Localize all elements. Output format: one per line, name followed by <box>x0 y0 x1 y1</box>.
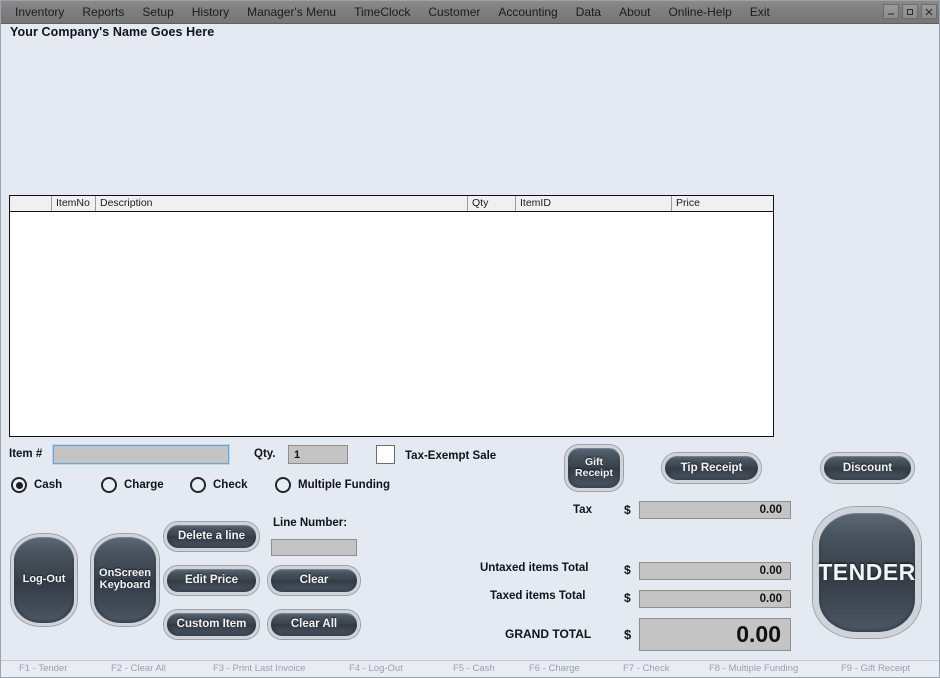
menu-item-history[interactable]: History <box>183 2 238 22</box>
log-out-button[interactable]: Log-Out <box>11 534 77 626</box>
custom-item-button[interactable]: Custom Item <box>164 610 259 639</box>
grand-total-field: 0.00 <box>639 618 791 651</box>
taxed-currency-symbol: $ <box>624 591 631 605</box>
grid-column-header-qty[interactable]: Qty <box>468 196 516 211</box>
tender-button[interactable]: TENDER <box>813 507 921 638</box>
clear-all-button[interactable]: Clear All <box>268 610 360 639</box>
tax-currency-symbol: $ <box>624 503 631 517</box>
payment-option-multiple-funding[interactable]: Multiple Funding <box>275 477 390 493</box>
minimize-button[interactable] <box>883 4 899 19</box>
tax-exempt-checkbox[interactable] <box>376 445 395 464</box>
payment-option-cash[interactable]: Cash <box>11 477 101 493</box>
menu-item-inventory[interactable]: Inventory <box>6 2 73 22</box>
tip-receipt-button[interactable]: Tip Receipt <box>662 453 761 483</box>
line-items-grid[interactable]: ItemNo Description Qty ItemID Price <box>9 195 774 437</box>
tax-value-field: 0.00 <box>639 501 791 519</box>
clear-button[interactable]: Clear <box>268 566 360 595</box>
untaxed-items-total-label: Untaxed items Total <box>480 562 589 574</box>
grid-column-header-itemno[interactable]: ItemNo <box>52 196 96 211</box>
menu-item-online-help[interactable]: Online-Help <box>659 2 740 22</box>
grid-header-row: ItemNo Description Qty ItemID Price <box>10 196 773 212</box>
payment-option-check-label: Check <box>213 479 248 491</box>
line-number-label: Line Number: <box>273 517 348 529</box>
function-key-hint-f3: F3 - Print Last Invoice <box>213 663 306 674</box>
function-key-hint-f5: F5 - Cash <box>453 663 495 674</box>
taxed-items-total-field: 0.00 <box>639 590 791 608</box>
edit-price-button[interactable]: Edit Price <box>164 566 259 595</box>
function-key-hint-f9: F9 - Gift Receipt <box>841 663 911 674</box>
maximize-icon <box>907 8 913 15</box>
menu-item-about[interactable]: About <box>610 2 659 22</box>
radio-check-icon <box>190 477 206 493</box>
grand-total-label: GRAND TOTAL <box>505 627 592 641</box>
line-number-input[interactable] <box>271 539 357 556</box>
company-name-label: Your Company's Name Goes Here <box>10 25 215 39</box>
gift-receipt-label-line2: Receipt <box>575 467 613 479</box>
onscreen-keyboard-label-line2: Keyboard <box>99 579 151 591</box>
grid-body[interactable] <box>10 212 773 435</box>
payment-option-cash-label: Cash <box>34 479 63 491</box>
discount-button[interactable]: Discount <box>821 453 914 483</box>
payment-option-multiple-funding-label: Multiple Funding <box>298 479 390 491</box>
window-controls <box>883 4 937 19</box>
radio-charge-icon <box>101 477 117 493</box>
function-key-hint-f6: F6 - Charge <box>529 663 580 674</box>
menu-item-setup[interactable]: Setup <box>133 2 182 22</box>
item-number-label: Item # <box>9 448 43 460</box>
gift-receipt-button[interactable]: Gift Receipt <box>565 445 623 491</box>
payment-option-check[interactable]: Check <box>190 477 275 493</box>
close-button[interactable] <box>921 4 937 19</box>
close-icon <box>925 8 933 15</box>
radio-cash-icon <box>11 477 27 493</box>
function-key-hint-f7: F7 - Check <box>623 663 670 674</box>
grid-column-header-select[interactable] <box>10 196 52 211</box>
radio-multiple-funding-icon <box>275 477 291 493</box>
untaxed-items-total-field: 0.00 <box>639 562 791 580</box>
tax-exempt-label: Tax-Exempt Sale <box>405 450 497 462</box>
qty-input[interactable]: 1 <box>288 445 348 464</box>
minimize-icon <box>888 13 894 14</box>
menu-item-accounting[interactable]: Accounting <box>489 2 566 22</box>
onscreen-keyboard-button[interactable]: OnScreen Keyboard <box>91 534 159 626</box>
menu-item-exit[interactable]: Exit <box>741 2 779 22</box>
function-key-hint-f8: F8 - Multiple Funding <box>709 663 799 674</box>
function-key-hint-f2: F2 - Clear All <box>111 663 166 674</box>
menu-items: Inventory Reports Setup History Manager's Me… <box>1 2 779 22</box>
maximize-button[interactable] <box>902 4 918 19</box>
taxed-items-total-label: Taxed items Total <box>490 590 586 602</box>
tax-label: Tax <box>573 504 592 516</box>
delete-a-line-button[interactable]: Delete a line <box>164 522 259 551</box>
untaxed-currency-symbol: $ <box>624 563 631 577</box>
function-key-hint-f1: F1 - Tender <box>19 663 68 674</box>
pos-application-window: Inventory Reports Setup History Manager's Me… <box>0 0 940 678</box>
menu-item-customer[interactable]: Customer <box>419 2 489 22</box>
function-key-hint-f4: F4 - Log-Out <box>349 663 403 674</box>
menu-item-reports[interactable]: Reports <box>73 2 133 22</box>
gift-receipt-label-line1: Gift <box>584 455 604 468</box>
payment-option-charge[interactable]: Charge <box>101 477 190 493</box>
item-number-input[interactable] <box>52 444 230 465</box>
onscreen-keyboard-label-line1: OnScreen <box>99 567 151 580</box>
grand-total-currency-symbol: $ <box>624 627 632 642</box>
grid-column-header-itemid[interactable]: ItemID <box>516 196 672 211</box>
payment-type-radio-group: Cash Charge Check Multiple Funding <box>11 477 390 493</box>
qty-label: Qty. <box>254 448 276 460</box>
menu-item-manager-s-menu[interactable]: Manager's Menu <box>238 2 345 22</box>
grid-column-header-description[interactable]: Description <box>96 196 468 211</box>
menu-item-timeclock[interactable]: TimeClock <box>345 2 419 22</box>
grid-column-header-price[interactable]: Price <box>672 196 773 211</box>
menu-item-data[interactable]: Data <box>567 2 610 22</box>
menu-bar: Inventory Reports Setup History Manager's Me… <box>1 1 939 24</box>
function-key-status-bar: F1 - Tender F2 - Clear All F3 - Print Last… <box>1 660 939 677</box>
payment-option-charge-label: Charge <box>124 479 164 491</box>
